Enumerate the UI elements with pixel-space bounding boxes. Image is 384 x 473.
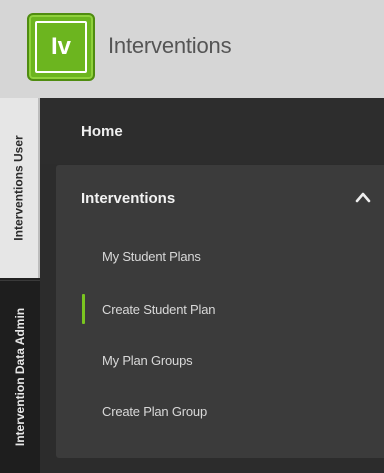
navigation-menu: Home Interventions My Student Plans Crea…	[40, 98, 384, 473]
tab-label: Intervention Data Admin	[13, 307, 28, 447]
app-header: Iv Interventions	[0, 0, 384, 98]
nav-item-label: Home	[81, 122, 123, 140]
nav-item-label: Create Student Plan	[102, 301, 216, 317]
nav-item-label: My Student Plans	[102, 248, 201, 264]
section-header-label: Interventions	[81, 189, 176, 207]
nav-item-home[interactable]: Home	[40, 98, 384, 164]
chevron-up-icon[interactable]	[355, 191, 371, 203]
vertical-tab-bar: Interventions User Intervention Data Adm…	[0, 98, 40, 473]
app-title: Interventions	[108, 33, 232, 58]
nav-item-create-plan-group[interactable]: Create Plan Group	[56, 389, 384, 433]
app-logo-text: Iv	[35, 21, 87, 73]
active-indicator	[82, 294, 85, 324]
section-header-interventions[interactable]: Interventions	[56, 165, 384, 231]
nav-item-my-plan-groups[interactable]: My Plan Groups	[56, 338, 384, 382]
nav-item-my-student-plans[interactable]: My Student Plans	[56, 234, 384, 278]
tab-label: Interventions User	[12, 135, 26, 241]
nav-section-interventions: Interventions My Student Plans Create St…	[56, 165, 384, 458]
nav-item-label: Create Plan Group	[102, 403, 207, 419]
nav-item-create-student-plan[interactable]: Create Student Plan	[56, 287, 384, 331]
tab-intervention-data-admin[interactable]: Intervention Data Admin	[0, 280, 40, 473]
nav-item-label: My Plan Groups	[102, 352, 193, 368]
tab-interventions-user[interactable]: Interventions User	[0, 98, 40, 278]
app-logo[interactable]: Iv	[27, 13, 95, 81]
